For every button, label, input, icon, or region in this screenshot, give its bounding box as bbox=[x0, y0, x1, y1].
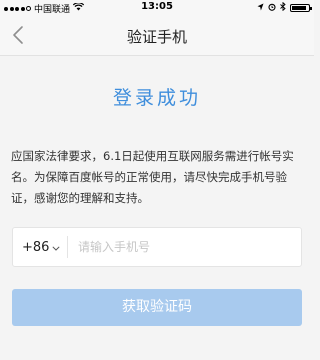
get-verification-code-button[interactable]: 获取验证码 bbox=[12, 289, 302, 326]
status-bar: 中国联通 13:05 bbox=[0, 0, 314, 16]
country-code-value: +86 bbox=[22, 239, 50, 255]
status-right bbox=[257, 1, 312, 14]
battery-icon bbox=[290, 4, 312, 12]
phone-number-input[interactable] bbox=[68, 227, 301, 267]
navigation-bar: 验证手机 bbox=[0, 16, 314, 56]
real-name-notice: 应国家法律要求，6.1日起使用互联网服务需进行帐号实名。为保障百度帐号的正常使用… bbox=[11, 149, 294, 205]
phone-field: +86 bbox=[12, 227, 302, 267]
chevron-down-icon bbox=[52, 240, 60, 255]
login-success-heading: 登录成功 bbox=[112, 87, 201, 109]
location-arrow-icon bbox=[257, 3, 264, 14]
page-title: 验证手机 bbox=[126, 28, 187, 46]
alarm-icon bbox=[268, 3, 276, 14]
battery-level bbox=[292, 6, 307, 10]
bluetooth-icon bbox=[280, 1, 286, 14]
country-code-selector[interactable]: +86 bbox=[13, 236, 68, 258]
